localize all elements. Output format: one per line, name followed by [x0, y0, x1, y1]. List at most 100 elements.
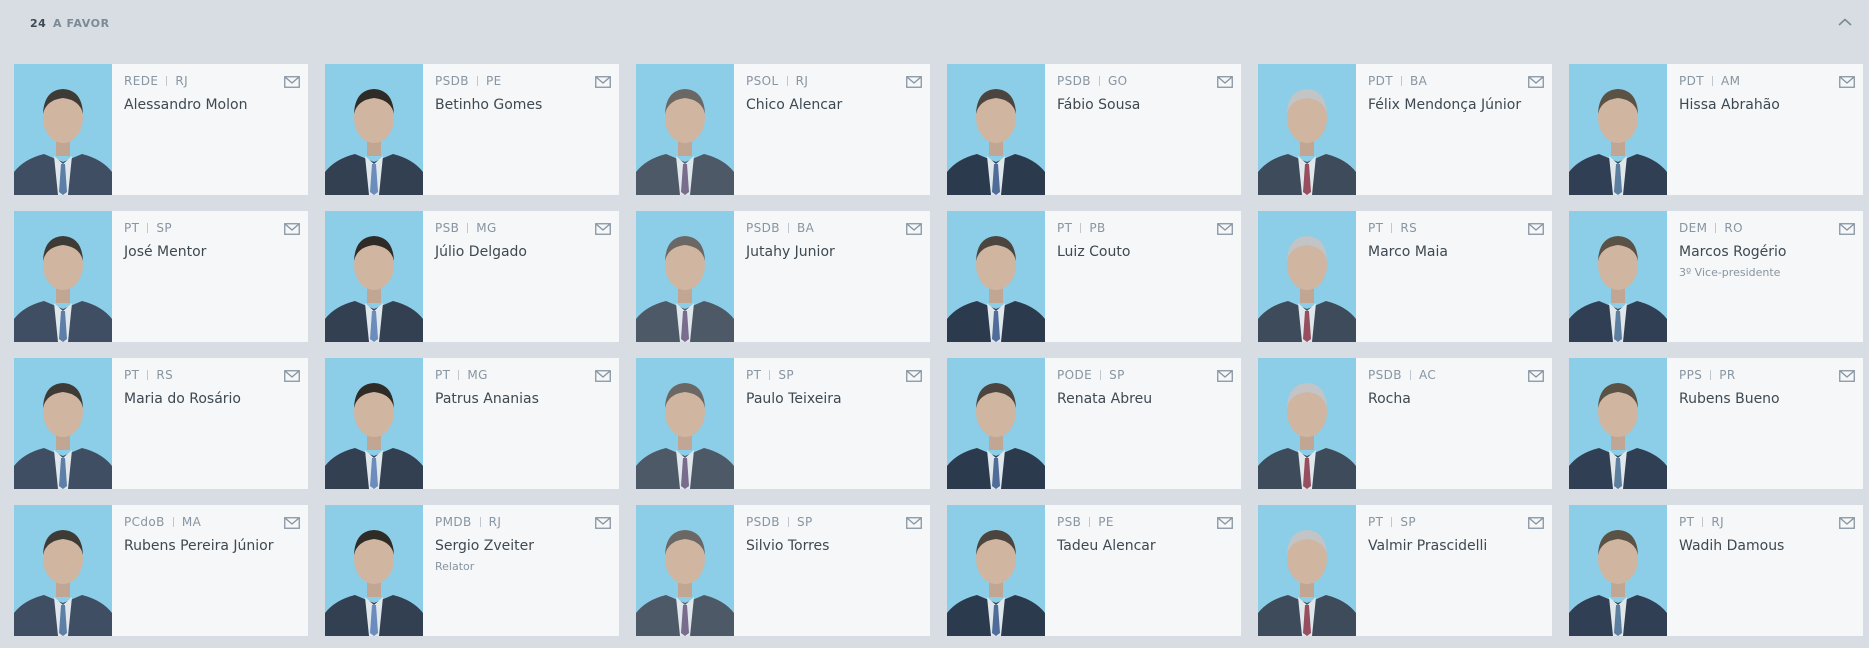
- mail-icon[interactable]: [1528, 514, 1544, 529]
- member-meta: PDT BA: [1368, 74, 1544, 88]
- member-meta: PT RS: [1368, 221, 1544, 235]
- member-card[interactable]: PSB PE Tadeu Alencar: [947, 505, 1241, 636]
- member-name[interactable]: Rocha: [1368, 391, 1544, 408]
- member-info: PT RS Maria do Rosário: [124, 368, 300, 413]
- mail-icon[interactable]: [1528, 220, 1544, 235]
- mail-icon[interactable]: [595, 367, 611, 382]
- member-meta: PMDB RJ: [435, 515, 611, 529]
- member-name[interactable]: José Mentor: [124, 244, 300, 261]
- member-card[interactable]: REDE RJ Alessandro Molon: [14, 64, 308, 195]
- member-photo: [947, 64, 1045, 195]
- member-card[interactable]: PT SP José Mentor: [14, 211, 308, 342]
- member-card[interactable]: PODE SP Renata Abreu: [947, 358, 1241, 489]
- mail-icon[interactable]: [1839, 73, 1855, 88]
- member-name[interactable]: Alessandro Molon: [124, 97, 300, 114]
- member-photo: [1569, 211, 1667, 342]
- mail-icon[interactable]: [595, 514, 611, 529]
- member-name[interactable]: Fábio Sousa: [1057, 97, 1233, 114]
- member-card[interactable]: PT MG Patrus Ananias: [325, 358, 619, 489]
- member-card[interactable]: PT PB Luiz Couto: [947, 211, 1241, 342]
- member-info: PT PB Luiz Couto: [1057, 221, 1233, 266]
- member-name[interactable]: Félix Mendonça Júnior: [1368, 97, 1544, 114]
- member-meta: DEM RO: [1679, 221, 1855, 235]
- mail-icon[interactable]: [1217, 367, 1233, 382]
- divider: [1710, 370, 1712, 380]
- member-card[interactable]: PSDB BA Jutahy Junior: [636, 211, 930, 342]
- mail-icon[interactable]: [1217, 220, 1233, 235]
- member-meta: PT PB: [1057, 221, 1233, 235]
- member-name[interactable]: Marco Maia: [1368, 244, 1544, 261]
- member-name[interactable]: Luiz Couto: [1057, 244, 1233, 261]
- member-meta: PT RJ: [1679, 515, 1855, 529]
- mail-icon[interactable]: [1839, 514, 1855, 529]
- divider: [769, 370, 771, 380]
- vote-group-header[interactable]: 24 A FAVOR: [0, 0, 1869, 48]
- member-name[interactable]: Maria do Rosário: [124, 391, 300, 408]
- member-name[interactable]: Paulo Teixeira: [746, 391, 922, 408]
- member-name[interactable]: Wadih Damous: [1679, 538, 1855, 555]
- member-card[interactable]: PDT AM Hissa Abrahão: [1569, 64, 1863, 195]
- member-card[interactable]: PSDB GO Fábio Sousa: [947, 64, 1241, 195]
- member-name[interactable]: Valmir Prascidelli: [1368, 538, 1544, 555]
- mail-icon[interactable]: [1217, 73, 1233, 88]
- mail-icon[interactable]: [906, 367, 922, 382]
- member-name[interactable]: Betinho Gomes: [435, 97, 611, 114]
- mail-icon[interactable]: [284, 220, 300, 235]
- member-photo: [325, 505, 423, 636]
- member-card[interactable]: PPS PR Rubens Bueno: [1569, 358, 1863, 489]
- member-card[interactable]: PT RJ Wadih Damous: [1569, 505, 1863, 636]
- mail-icon[interactable]: [595, 220, 611, 235]
- divider: [787, 517, 789, 527]
- member-card[interactable]: PDT BA Félix Mendonça Júnior: [1258, 64, 1552, 195]
- member-card[interactable]: PSOL RJ Chico Alencar: [636, 64, 930, 195]
- member-card[interactable]: PT SP Valmir Prascidelli: [1258, 505, 1552, 636]
- mail-icon[interactable]: [1839, 367, 1855, 382]
- mail-icon[interactable]: [906, 73, 922, 88]
- mail-icon[interactable]: [1528, 367, 1544, 382]
- mail-icon[interactable]: [906, 514, 922, 529]
- member-photo: [636, 211, 734, 342]
- member-name[interactable]: Marcos Rogério: [1679, 244, 1855, 261]
- party-label: PT: [1368, 221, 1384, 235]
- member-name[interactable]: Chico Alencar: [746, 97, 922, 114]
- divider: [1712, 76, 1714, 86]
- divider: [147, 370, 149, 380]
- member-card[interactable]: PT RS Maria do Rosário: [14, 358, 308, 489]
- mail-icon[interactable]: [595, 73, 611, 88]
- member-name[interactable]: Tadeu Alencar: [1057, 538, 1233, 555]
- member-card[interactable]: PSDB AC Rocha: [1258, 358, 1552, 489]
- mail-icon[interactable]: [284, 367, 300, 382]
- member-name[interactable]: Renata Abreu: [1057, 391, 1233, 408]
- member-name[interactable]: Jutahy Junior: [746, 244, 922, 261]
- member-name[interactable]: Rubens Pereira Júnior: [124, 538, 300, 555]
- mail-icon[interactable]: [284, 514, 300, 529]
- mail-icon[interactable]: [1528, 73, 1544, 88]
- member-name[interactable]: Rubens Bueno: [1679, 391, 1855, 408]
- mail-icon[interactable]: [906, 220, 922, 235]
- chevron-up-icon[interactable]: [1836, 14, 1854, 32]
- member-card[interactable]: PT RS Marco Maia: [1258, 211, 1552, 342]
- party-label: PSB: [435, 221, 460, 235]
- mail-icon[interactable]: [1839, 220, 1855, 235]
- member-card[interactable]: PMDB RJ Sergio Zveiter Relator: [325, 505, 619, 636]
- member-card[interactable]: PSDB PE Betinho Gomes: [325, 64, 619, 195]
- member-name[interactable]: Hissa Abrahão: [1679, 97, 1855, 114]
- member-meta: PCdoB MA: [124, 515, 300, 529]
- member-photo: [1569, 358, 1667, 489]
- member-photo: [14, 211, 112, 342]
- member-card[interactable]: PSB MG Júlio Delgado: [325, 211, 619, 342]
- member-card[interactable]: PCdoB MA Rubens Pereira Júnior: [14, 505, 308, 636]
- mail-icon[interactable]: [1217, 514, 1233, 529]
- member-card[interactable]: PT SP Paulo Teixeira: [636, 358, 930, 489]
- member-card[interactable]: DEM RO Marcos Rogério 3º Vice-presidente: [1569, 211, 1863, 342]
- member-photo: [947, 358, 1045, 489]
- member-card[interactable]: PSDB SP Silvio Torres: [636, 505, 930, 636]
- member-name[interactable]: Sergio Zveiter: [435, 538, 611, 555]
- mail-icon[interactable]: [284, 73, 300, 88]
- member-name[interactable]: Silvio Torres: [746, 538, 922, 555]
- state-label: BA: [796, 221, 815, 235]
- member-info: PSDB BA Jutahy Junior: [746, 221, 922, 266]
- member-info: PPS PR Rubens Bueno: [1679, 368, 1855, 413]
- member-name[interactable]: Patrus Ananias: [435, 391, 611, 408]
- member-name[interactable]: Júlio Delgado: [435, 244, 611, 261]
